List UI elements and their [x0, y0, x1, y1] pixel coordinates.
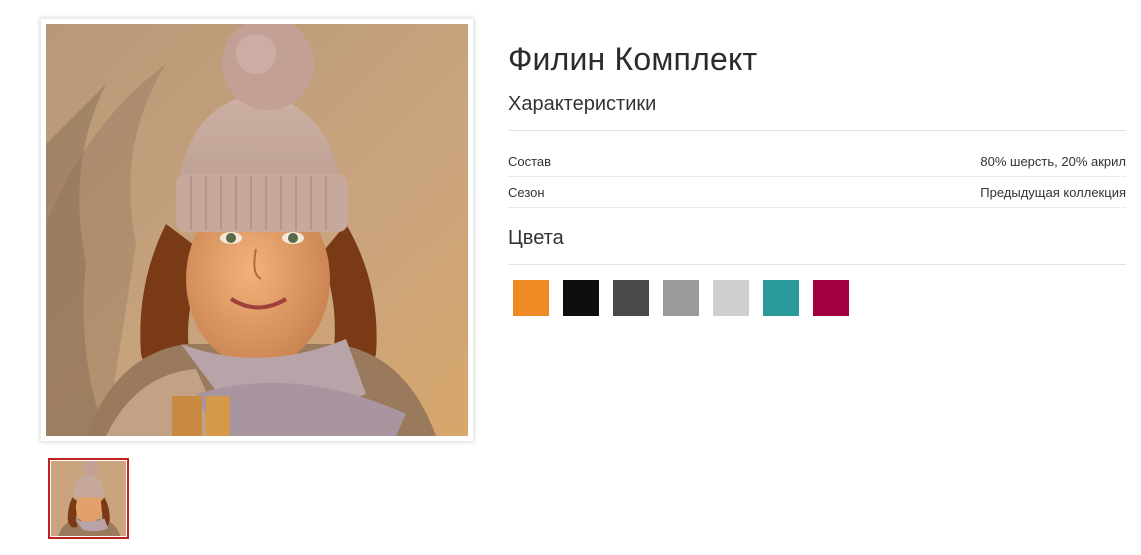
color-swatch-black[interactable] [563, 280, 599, 316]
colors-heading: Цвета [508, 227, 564, 249]
thumbnail-image [51, 461, 126, 536]
spec-row-composition: Состав 80% шерсть, 20% акрил [508, 146, 1126, 177]
spec-value: Предыдущая коллекция [980, 184, 1126, 200]
color-swatch-teal[interactable] [763, 280, 799, 316]
color-swatch-crimson[interactable] [813, 280, 849, 316]
spec-value: 80% шерсть, 20% акрил [980, 153, 1126, 169]
product-info: Филин Комплект Характеристики Состав 80%… [508, 38, 1126, 316]
divider [508, 264, 1126, 265]
product-thumbnail[interactable] [48, 458, 129, 539]
spec-row-season: Сезон Предыдущая коллекция [508, 177, 1126, 208]
product-photo[interactable] [46, 24, 468, 436]
divider [508, 130, 1126, 131]
color-swatch-dark-gray[interactable] [613, 280, 649, 316]
color-swatch-light-gray[interactable] [713, 280, 749, 316]
characteristics-table: Состав 80% шерсть, 20% акрил Сезон Преды… [508, 146, 1126, 208]
color-swatches [513, 280, 1126, 316]
product-image-frame [40, 18, 474, 442]
spec-label: Состав [508, 153, 552, 169]
color-swatch-orange[interactable] [513, 280, 549, 316]
product-photo-illustration [46, 24, 468, 436]
color-swatch-gray[interactable] [663, 280, 699, 316]
product-title: Филин Комплект [508, 41, 758, 77]
spec-label: Сезон [508, 184, 545, 200]
characteristics-heading: Характеристики [508, 93, 657, 115]
